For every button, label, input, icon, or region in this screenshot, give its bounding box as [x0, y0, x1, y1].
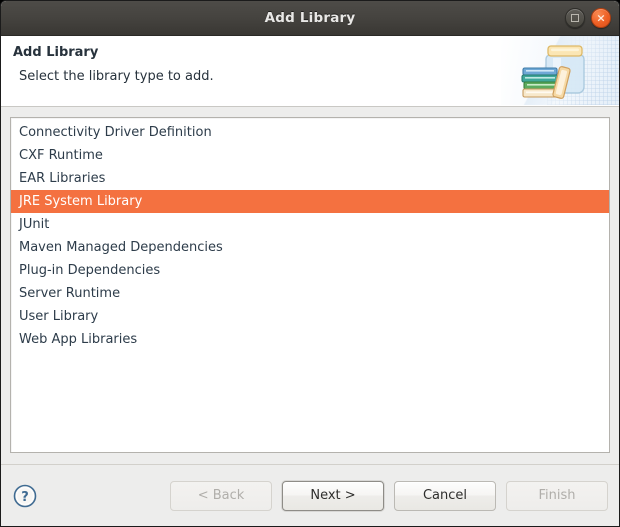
list-item[interactable]: Maven Managed Dependencies — [11, 236, 609, 259]
dialog-body: Connectivity Driver Definition CXF Runti… — [1, 107, 619, 453]
list-item[interactable]: Connectivity Driver Definition — [11, 121, 609, 144]
title-bar: Add Library × — [1, 1, 619, 36]
list-item[interactable]: CXF Runtime — [11, 144, 609, 167]
list-item[interactable]: Server Runtime — [11, 282, 609, 305]
list-item[interactable]: Web App Libraries — [11, 328, 609, 351]
close-glyph: × — [596, 11, 606, 24]
header-banner-art — [501, 36, 619, 105]
next-button[interactable]: Next > — [282, 480, 384, 511]
list-item[interactable]: User Library — [11, 305, 609, 328]
maximize-glyph — [571, 14, 579, 22]
library-jar-books-icon — [521, 45, 585, 99]
window-title: Add Library — [264, 10, 356, 26]
page-title: Add Library — [13, 45, 99, 60]
list-item[interactable]: JUnit — [11, 213, 609, 236]
list-item-selected[interactable]: JRE System Library — [11, 190, 609, 213]
window-controls: × — [565, 1, 611, 35]
page-subtitle: Select the library type to add. — [19, 69, 214, 84]
dialog-header: Add Library Select the library type to a… — [1, 36, 619, 107]
maximize-icon[interactable] — [565, 8, 585, 28]
cancel-button[interactable]: Cancel — [394, 480, 496, 511]
finish-button[interactable]: Finish — [506, 480, 608, 511]
add-library-dialog: Add Library × Add Library Select the lib… — [0, 0, 620, 527]
wizard-button-group: < Back Next > Cancel Finish — [170, 480, 608, 511]
list-item[interactable]: Plug-in Dependencies — [11, 259, 609, 282]
dialog-footer: ? < Back Next > Cancel Finish — [1, 464, 619, 526]
help-circle-icon[interactable]: ? — [12, 483, 38, 509]
svg-text:?: ? — [21, 490, 29, 505]
library-type-list[interactable]: Connectivity Driver Definition CXF Runti… — [10, 117, 610, 453]
back-button[interactable]: < Back — [170, 480, 272, 511]
close-icon[interactable]: × — [591, 8, 611, 28]
list-item[interactable]: EAR Libraries — [11, 167, 609, 190]
